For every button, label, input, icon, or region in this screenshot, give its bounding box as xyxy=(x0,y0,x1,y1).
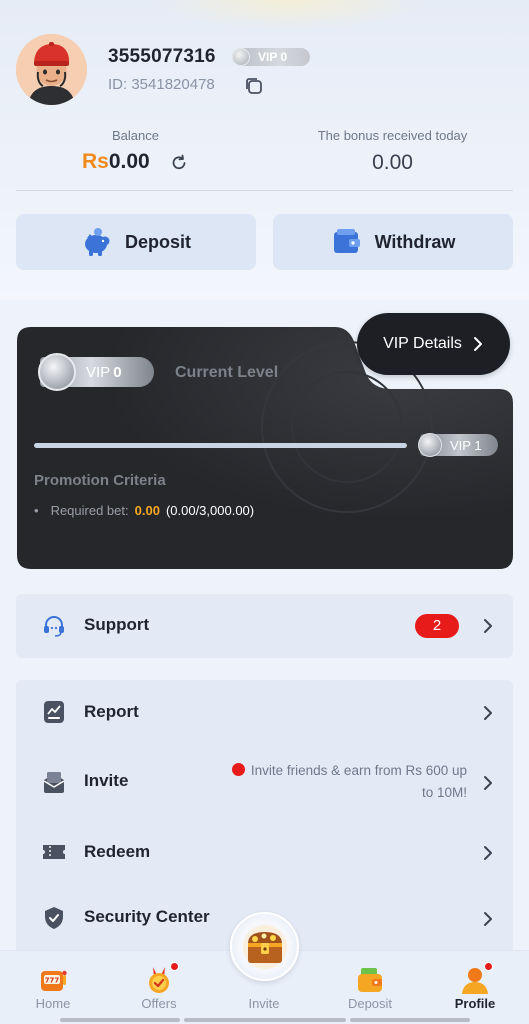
menu-item-invite[interactable]: Invite Invite friends & earn from Rs 600… xyxy=(16,750,513,814)
red-dot-icon xyxy=(231,763,245,776)
vip-badge[interactable]: VIP 0 xyxy=(232,48,310,66)
current-level-label: Current Level xyxy=(175,364,279,381)
nav-offers-label: Offers xyxy=(141,996,177,1011)
notification-dot-icon xyxy=(170,962,179,971)
vip-details-button[interactable]: VIP Details xyxy=(357,313,510,375)
nav-profile[interactable]: Profile xyxy=(430,951,520,1024)
ticket-icon xyxy=(43,845,65,859)
wallet-icon xyxy=(333,229,360,253)
menu-item-redeem[interactable]: Redeem xyxy=(16,820,513,884)
invite-note-line-2: to 10M! xyxy=(421,785,467,800)
promotion-criteria-title: Promotion Criteria xyxy=(34,472,166,489)
chevron-right-icon xyxy=(484,846,492,860)
chevron-right-icon xyxy=(484,706,492,720)
vip-details-label: VIP Details xyxy=(383,335,462,352)
support-count-badge: 2 xyxy=(415,614,459,638)
nav-invite-label: Invite xyxy=(248,996,280,1011)
nav-offers[interactable]: Offers xyxy=(114,951,204,1024)
chevron-right-icon xyxy=(473,337,482,351)
avatar[interactable] xyxy=(16,34,87,105)
required-bet-amount: 0.00 xyxy=(134,503,160,518)
support-label: Support xyxy=(84,615,150,634)
support-panel: Support 2 xyxy=(16,594,513,658)
chevron-right-icon xyxy=(484,619,492,633)
divider xyxy=(16,190,513,191)
security-center-label: Security Center xyxy=(84,907,210,926)
balance-amount: 0.00 xyxy=(108,150,150,173)
deposit-label: Deposit xyxy=(124,231,191,252)
shield-icon xyxy=(45,907,63,929)
nav-deposit[interactable]: Deposit xyxy=(325,951,415,1024)
current-vip-level: 0 xyxy=(113,363,122,381)
refresh-icon[interactable] xyxy=(170,154,188,172)
menu-item-report[interactable]: Report xyxy=(16,680,513,744)
bonus-value: 0.00 xyxy=(372,151,413,174)
home-indicator-left xyxy=(60,1018,180,1022)
withdraw-button[interactable]: Withdraw xyxy=(273,214,513,270)
required-bet-ratio: (0.00/3,000.00) xyxy=(165,503,255,518)
vip-coin-icon xyxy=(232,48,250,66)
report-label: Report xyxy=(84,702,139,721)
wallet-icon xyxy=(358,968,382,992)
bonus-label: The bonus received today xyxy=(317,128,468,143)
nav-profile-label: Profile xyxy=(454,996,496,1011)
slot-machine-icon: 777 xyxy=(41,970,67,991)
report-icon xyxy=(44,701,64,723)
redeem-label: Redeem xyxy=(84,842,151,861)
next-vip-pill: VIP 1 xyxy=(418,433,498,457)
treasure-chest-icon xyxy=(243,925,287,969)
nav-deposit-label: Deposit xyxy=(347,996,393,1011)
svg-text:777: 777 xyxy=(45,977,60,985)
balance-label: Balance xyxy=(112,128,159,143)
home-indicator xyxy=(184,1018,346,1022)
current-vip-prefix: VIP xyxy=(86,363,111,381)
invite-center-button[interactable] xyxy=(230,912,299,981)
home-indicator-right xyxy=(350,1018,470,1022)
username: 3555077316 xyxy=(108,46,216,67)
invite-note: Invite friends & earn from Rs 600 up to … xyxy=(201,760,467,804)
current-vip-pill: VIP 0 xyxy=(38,353,154,391)
invite-label: Invite xyxy=(84,771,129,790)
withdraw-label: Withdraw xyxy=(374,231,456,252)
chevron-right-icon xyxy=(484,776,492,790)
balance-value: Rs0.00 xyxy=(82,150,150,174)
currency-symbol: Rs xyxy=(82,150,109,173)
deposit-button[interactable]: Deposit xyxy=(16,214,256,270)
menu-item-support[interactable]: Support 2 xyxy=(16,594,513,658)
chevron-right-icon xyxy=(484,912,492,926)
vip-coin-icon xyxy=(38,353,76,391)
header-sparkle xyxy=(150,0,430,30)
nav-home[interactable]: 777 Home xyxy=(8,951,98,1024)
bullet-icon: • xyxy=(34,503,39,518)
invite-note-line-1: Invite friends & earn from Rs 600 up xyxy=(250,763,467,778)
piggy-bank-icon xyxy=(84,228,110,256)
headset-icon xyxy=(44,616,64,637)
copy-icon[interactable] xyxy=(243,75,265,97)
vip-progress-bar xyxy=(34,443,407,448)
invite-icon xyxy=(43,772,65,793)
required-bet-row: • Required bet: 0.00 (0.00/3,000.00) xyxy=(34,503,254,518)
next-vip-label: VIP 1 xyxy=(450,437,482,453)
nav-home-label: Home xyxy=(35,996,71,1011)
vip-badge-label: VIP 0 xyxy=(258,50,288,64)
user-id: ID: 3541820478 xyxy=(108,76,215,93)
required-bet-label: Required bet: xyxy=(50,503,129,518)
medal-icon xyxy=(149,967,169,993)
vip-coin-icon xyxy=(418,433,442,457)
notification-dot-icon xyxy=(484,962,493,971)
